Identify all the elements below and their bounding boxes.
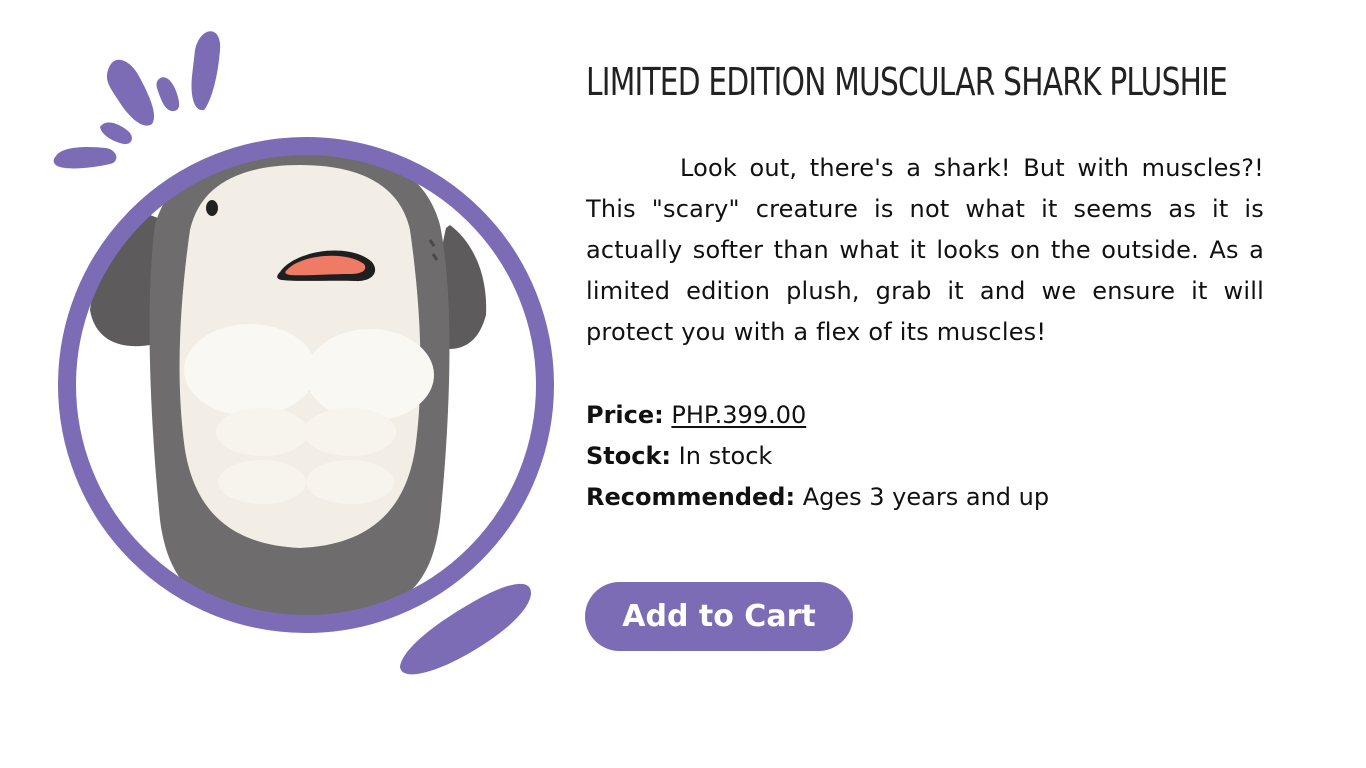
- stock-value: In stock: [678, 442, 773, 470]
- product-description: Look out, there's a shark! But with musc…: [586, 154, 1264, 346]
- recommended-value: Ages 3 years and up: [802, 483, 1050, 511]
- stock-row: Stock: In stock: [586, 436, 1049, 477]
- price-row: Price: PHP.399.00: [586, 395, 1049, 436]
- product-title: LIMITED EDITION MUSCULAR SHARK PLUSHIE: [586, 60, 1228, 104]
- recommended-label: Recommended:: [586, 483, 796, 511]
- stock-label: Stock:: [586, 442, 672, 470]
- recommended-row: Recommended: Ages 3 years and up: [586, 477, 1049, 518]
- product-info: Price: PHP.399.00 Stock: In stock Recomm…: [586, 395, 1049, 518]
- price-label: Price:: [586, 401, 664, 429]
- add-to-cart-button[interactable]: Add to Cart: [585, 582, 853, 651]
- product-page: LIMITED EDITION MUSCULAR SHARK PLUSHIE L…: [0, 0, 1366, 768]
- price-link[interactable]: PHP.399.00: [671, 401, 806, 429]
- product-image-frame: [53, 31, 554, 675]
